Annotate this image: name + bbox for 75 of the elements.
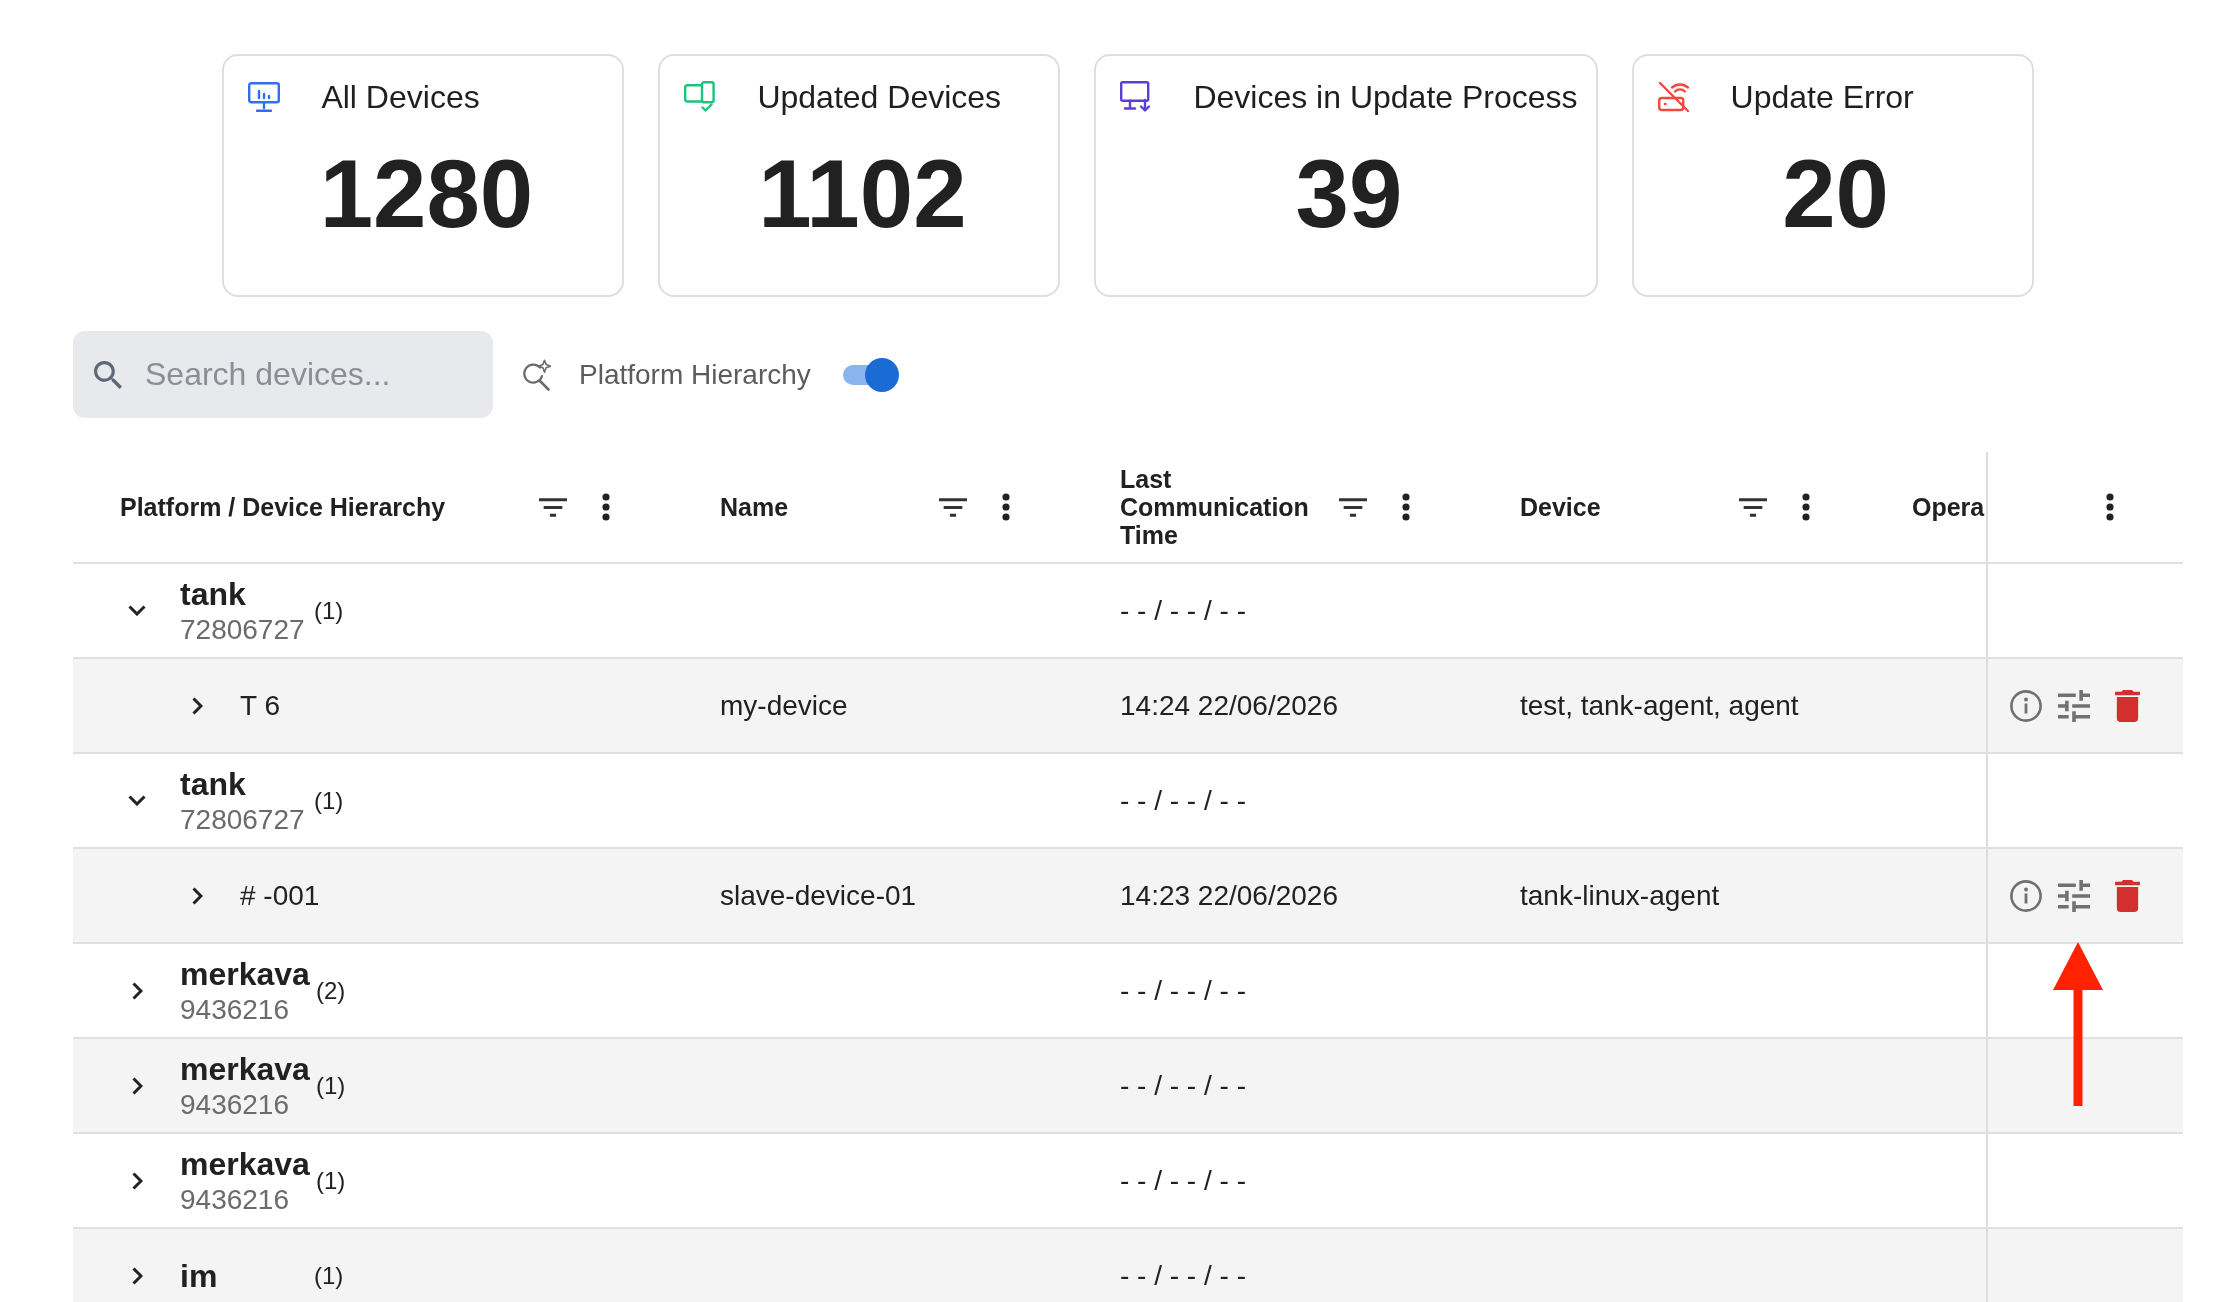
platform-id: 9436216 — [180, 992, 290, 1027]
more-vertical-icon[interactable] — [1002, 493, 1010, 521]
timestamp-text: - - / - - / - - — [1120, 1069, 1246, 1102]
child-count: (1) — [315, 1071, 346, 1100]
column-header: Opera — [1912, 493, 1985, 521]
platform-id: 72806727 — [180, 802, 306, 837]
timestamp-text: 14:23 22/06/2026 — [1120, 879, 1338, 912]
platform-name: tank — [180, 574, 247, 613]
info-icon[interactable] — [2010, 689, 2042, 722]
trash-icon[interactable] — [2115, 879, 2140, 912]
devices-check-icon — [684, 81, 717, 113]
column-header: Platform / Device Hierarchy — [120, 493, 446, 521]
platform-name: merkava — [180, 1049, 310, 1088]
sliders-icon[interactable] — [2058, 689, 2090, 722]
device-name-text: my-device — [720, 689, 848, 722]
stat-value: 1102 — [758, 146, 967, 242]
column-header: Device — [1520, 493, 1601, 521]
child-count: (1) — [314, 786, 344, 815]
chevron-right-icon[interactable] — [131, 1076, 143, 1095]
column-header: Last Communication Time — [1120, 465, 1310, 549]
stat-title: All Devices — [321, 78, 480, 116]
chevron-right-icon[interactable] — [191, 696, 203, 715]
more-vertical-icon[interactable] — [1802, 493, 1810, 521]
more-vertical-icon[interactable] — [2106, 493, 2114, 521]
timestamp-text: - - / - - / - - — [1120, 594, 1246, 627]
filter-icon[interactable] — [1739, 497, 1767, 517]
info-icon[interactable] — [2010, 879, 2042, 912]
more-vertical-icon[interactable] — [1402, 493, 1410, 521]
search-sparkle-icon[interactable] — [521, 358, 553, 391]
child-count: (1) — [314, 596, 344, 625]
platform-id: 9436216 — [180, 1182, 290, 1217]
stat-value: 20 — [1782, 146, 1889, 242]
search-icon — [94, 361, 122, 389]
chevron-right-icon[interactable] — [131, 981, 143, 1000]
monitor-chart-icon — [248, 81, 281, 113]
column-header: Name — [720, 493, 789, 521]
device-label: T 6 — [240, 689, 280, 722]
stat-value: 39 — [1295, 146, 1403, 242]
platform-name: im — [180, 1256, 219, 1295]
platform-name: tank — [180, 764, 247, 803]
platform-name: merkava — [180, 954, 310, 993]
device-tags-text: tank-linux-agent — [1520, 879, 1720, 912]
stat-value: 1280 — [319, 146, 534, 242]
timestamp-text: - - / - - / - - — [1120, 784, 1246, 817]
filter-icon[interactable] — [539, 497, 567, 517]
platform-name: merkava — [180, 1144, 310, 1183]
platform-id: 72806727 — [180, 612, 306, 647]
filter-icon[interactable] — [939, 497, 967, 517]
chevron-down-icon[interactable] — [128, 795, 146, 806]
timestamp-text: 14:24 22/06/2026 — [1120, 689, 1338, 722]
router-wifi-off-icon — [1657, 81, 1690, 113]
timestamp-text: - - / - - / - - — [1120, 1259, 1246, 1292]
search-field[interactable]: Search devices... — [73, 331, 493, 418]
chevron-right-icon[interactable] — [131, 1266, 143, 1285]
stat-title: Updated Devices — [757, 78, 1002, 116]
chevron-right-icon[interactable] — [131, 1171, 143, 1190]
timestamp-text: - - / - - / - - — [1120, 1164, 1246, 1197]
device-label: # -001 — [240, 879, 320, 912]
timestamp-text: - - / - - / - - — [1120, 974, 1246, 1007]
platform-id: 9436216 — [180, 1087, 290, 1122]
child-count: (2) — [315, 976, 346, 1005]
child-count: (1) — [315, 1166, 346, 1195]
stat-title: Devices in Update Process — [1193, 78, 1578, 116]
chevron-down-icon[interactable] — [128, 605, 146, 616]
stat-title: Update Error — [1730, 78, 1914, 116]
device-tags-text: test, tank-agent, agent — [1520, 689, 1799, 722]
monitor-download-icon — [1120, 81, 1153, 113]
filter-icon[interactable] — [1339, 497, 1367, 517]
device-name-text: slave-device-01 — [720, 879, 917, 912]
sliders-icon[interactable] — [2058, 879, 2090, 912]
toggle-label: Platform Hierarchy — [579, 358, 811, 391]
chevron-right-icon[interactable] — [191, 886, 203, 905]
child-count: (1) — [314, 1261, 344, 1290]
trash-icon[interactable] — [2115, 689, 2140, 722]
more-vertical-icon[interactable] — [602, 493, 610, 521]
